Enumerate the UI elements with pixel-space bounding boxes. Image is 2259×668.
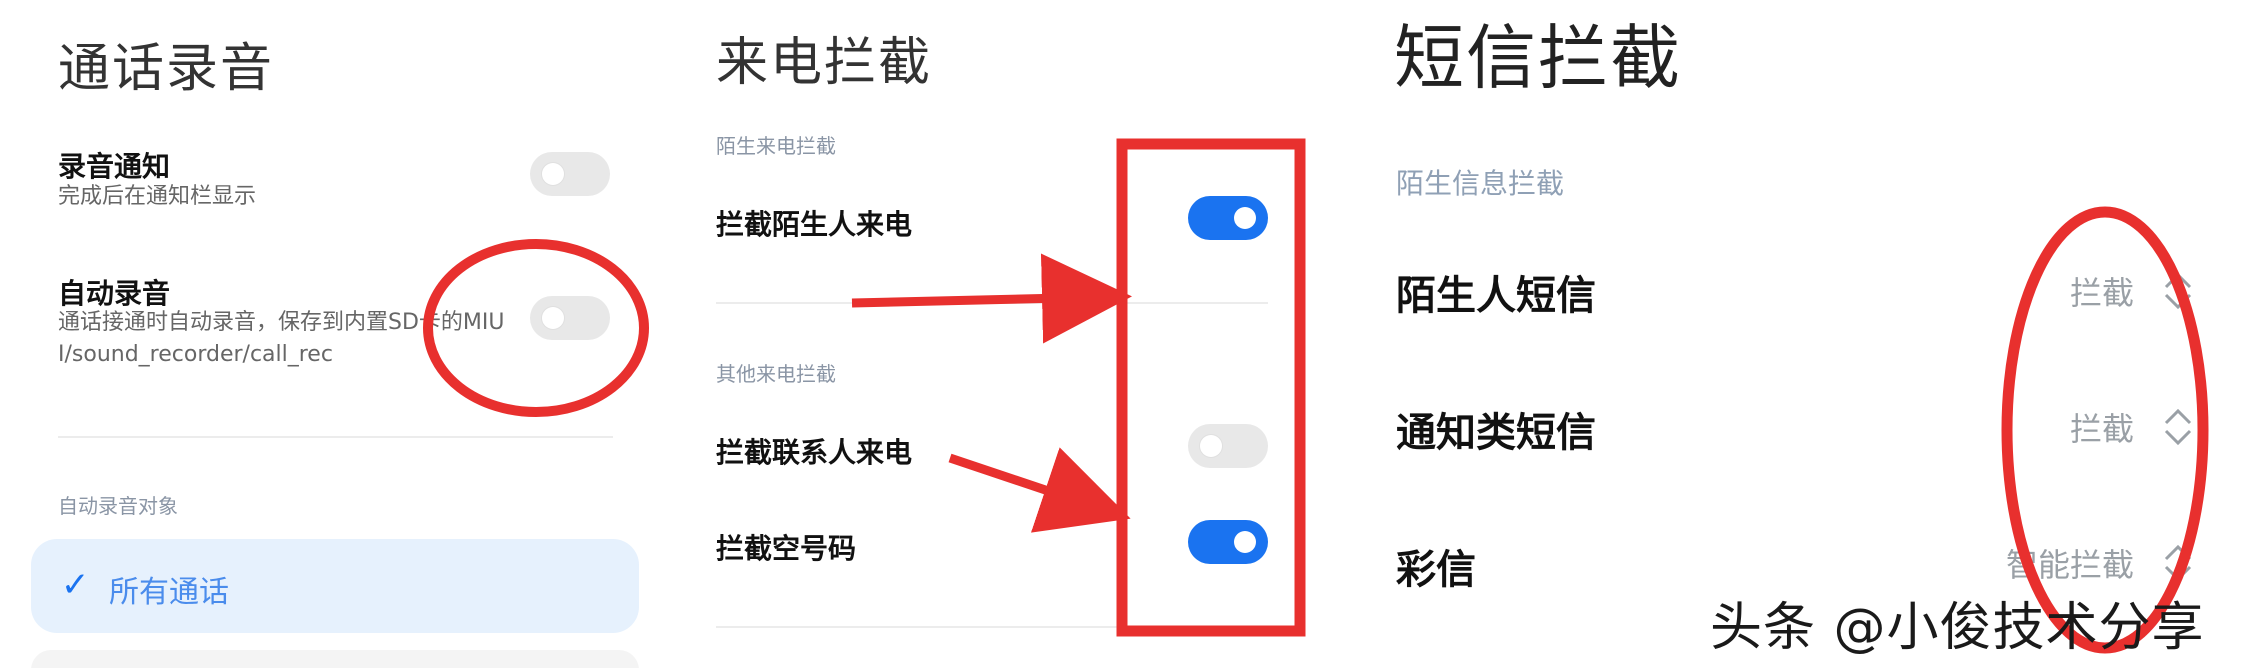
annotation-circle	[423, 239, 649, 417]
annotation-circle	[2001, 206, 2209, 654]
annotation-overlay	[423, 138, 2209, 654]
annotation-arrow	[851, 253, 1132, 344]
watermark: 头条 @小俊技术分享	[1710, 598, 2205, 658]
annotation-arrow	[948, 447, 1131, 533]
annotation-box	[1116, 138, 1306, 637]
